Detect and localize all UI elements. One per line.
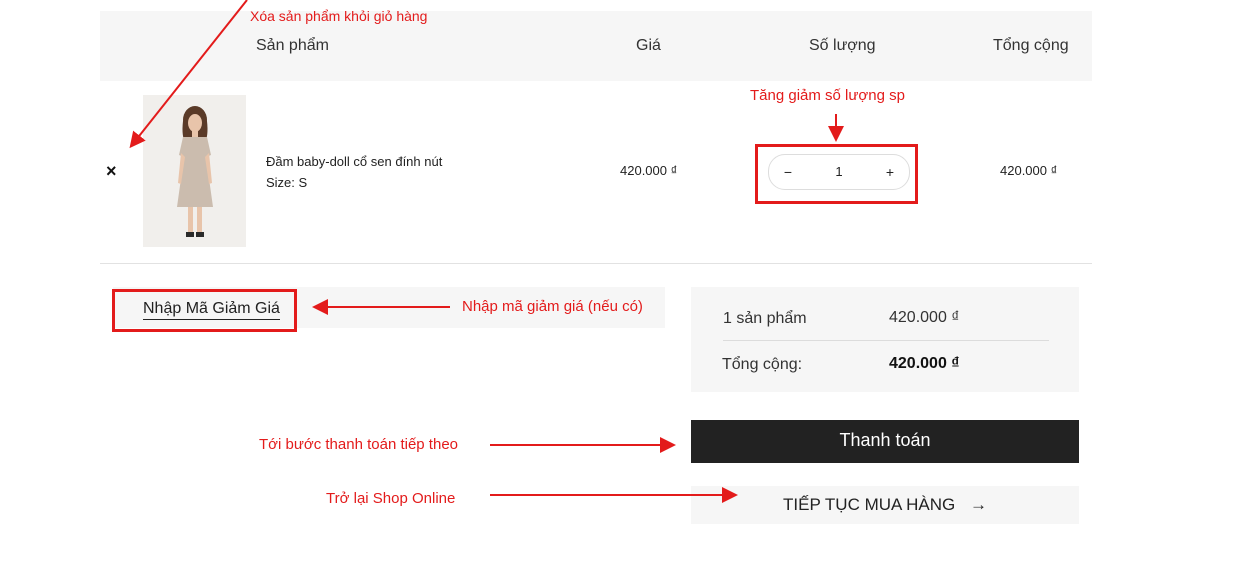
annotation-continue: Trở lại Shop Online xyxy=(326,490,456,507)
annotation-quantity: Tăng giảm số lượng sp xyxy=(750,87,905,104)
annotation-coupon: Nhập mã giảm giá (nếu có) xyxy=(462,298,643,315)
annotation-remove: Xóa sản phẩm khỏi giỏ hàng xyxy=(250,8,428,24)
annotation-checkout: Tới bước thanh toán tiếp theo xyxy=(259,436,458,453)
remove-arrow xyxy=(129,0,248,149)
annotation-arrows xyxy=(129,0,844,503)
